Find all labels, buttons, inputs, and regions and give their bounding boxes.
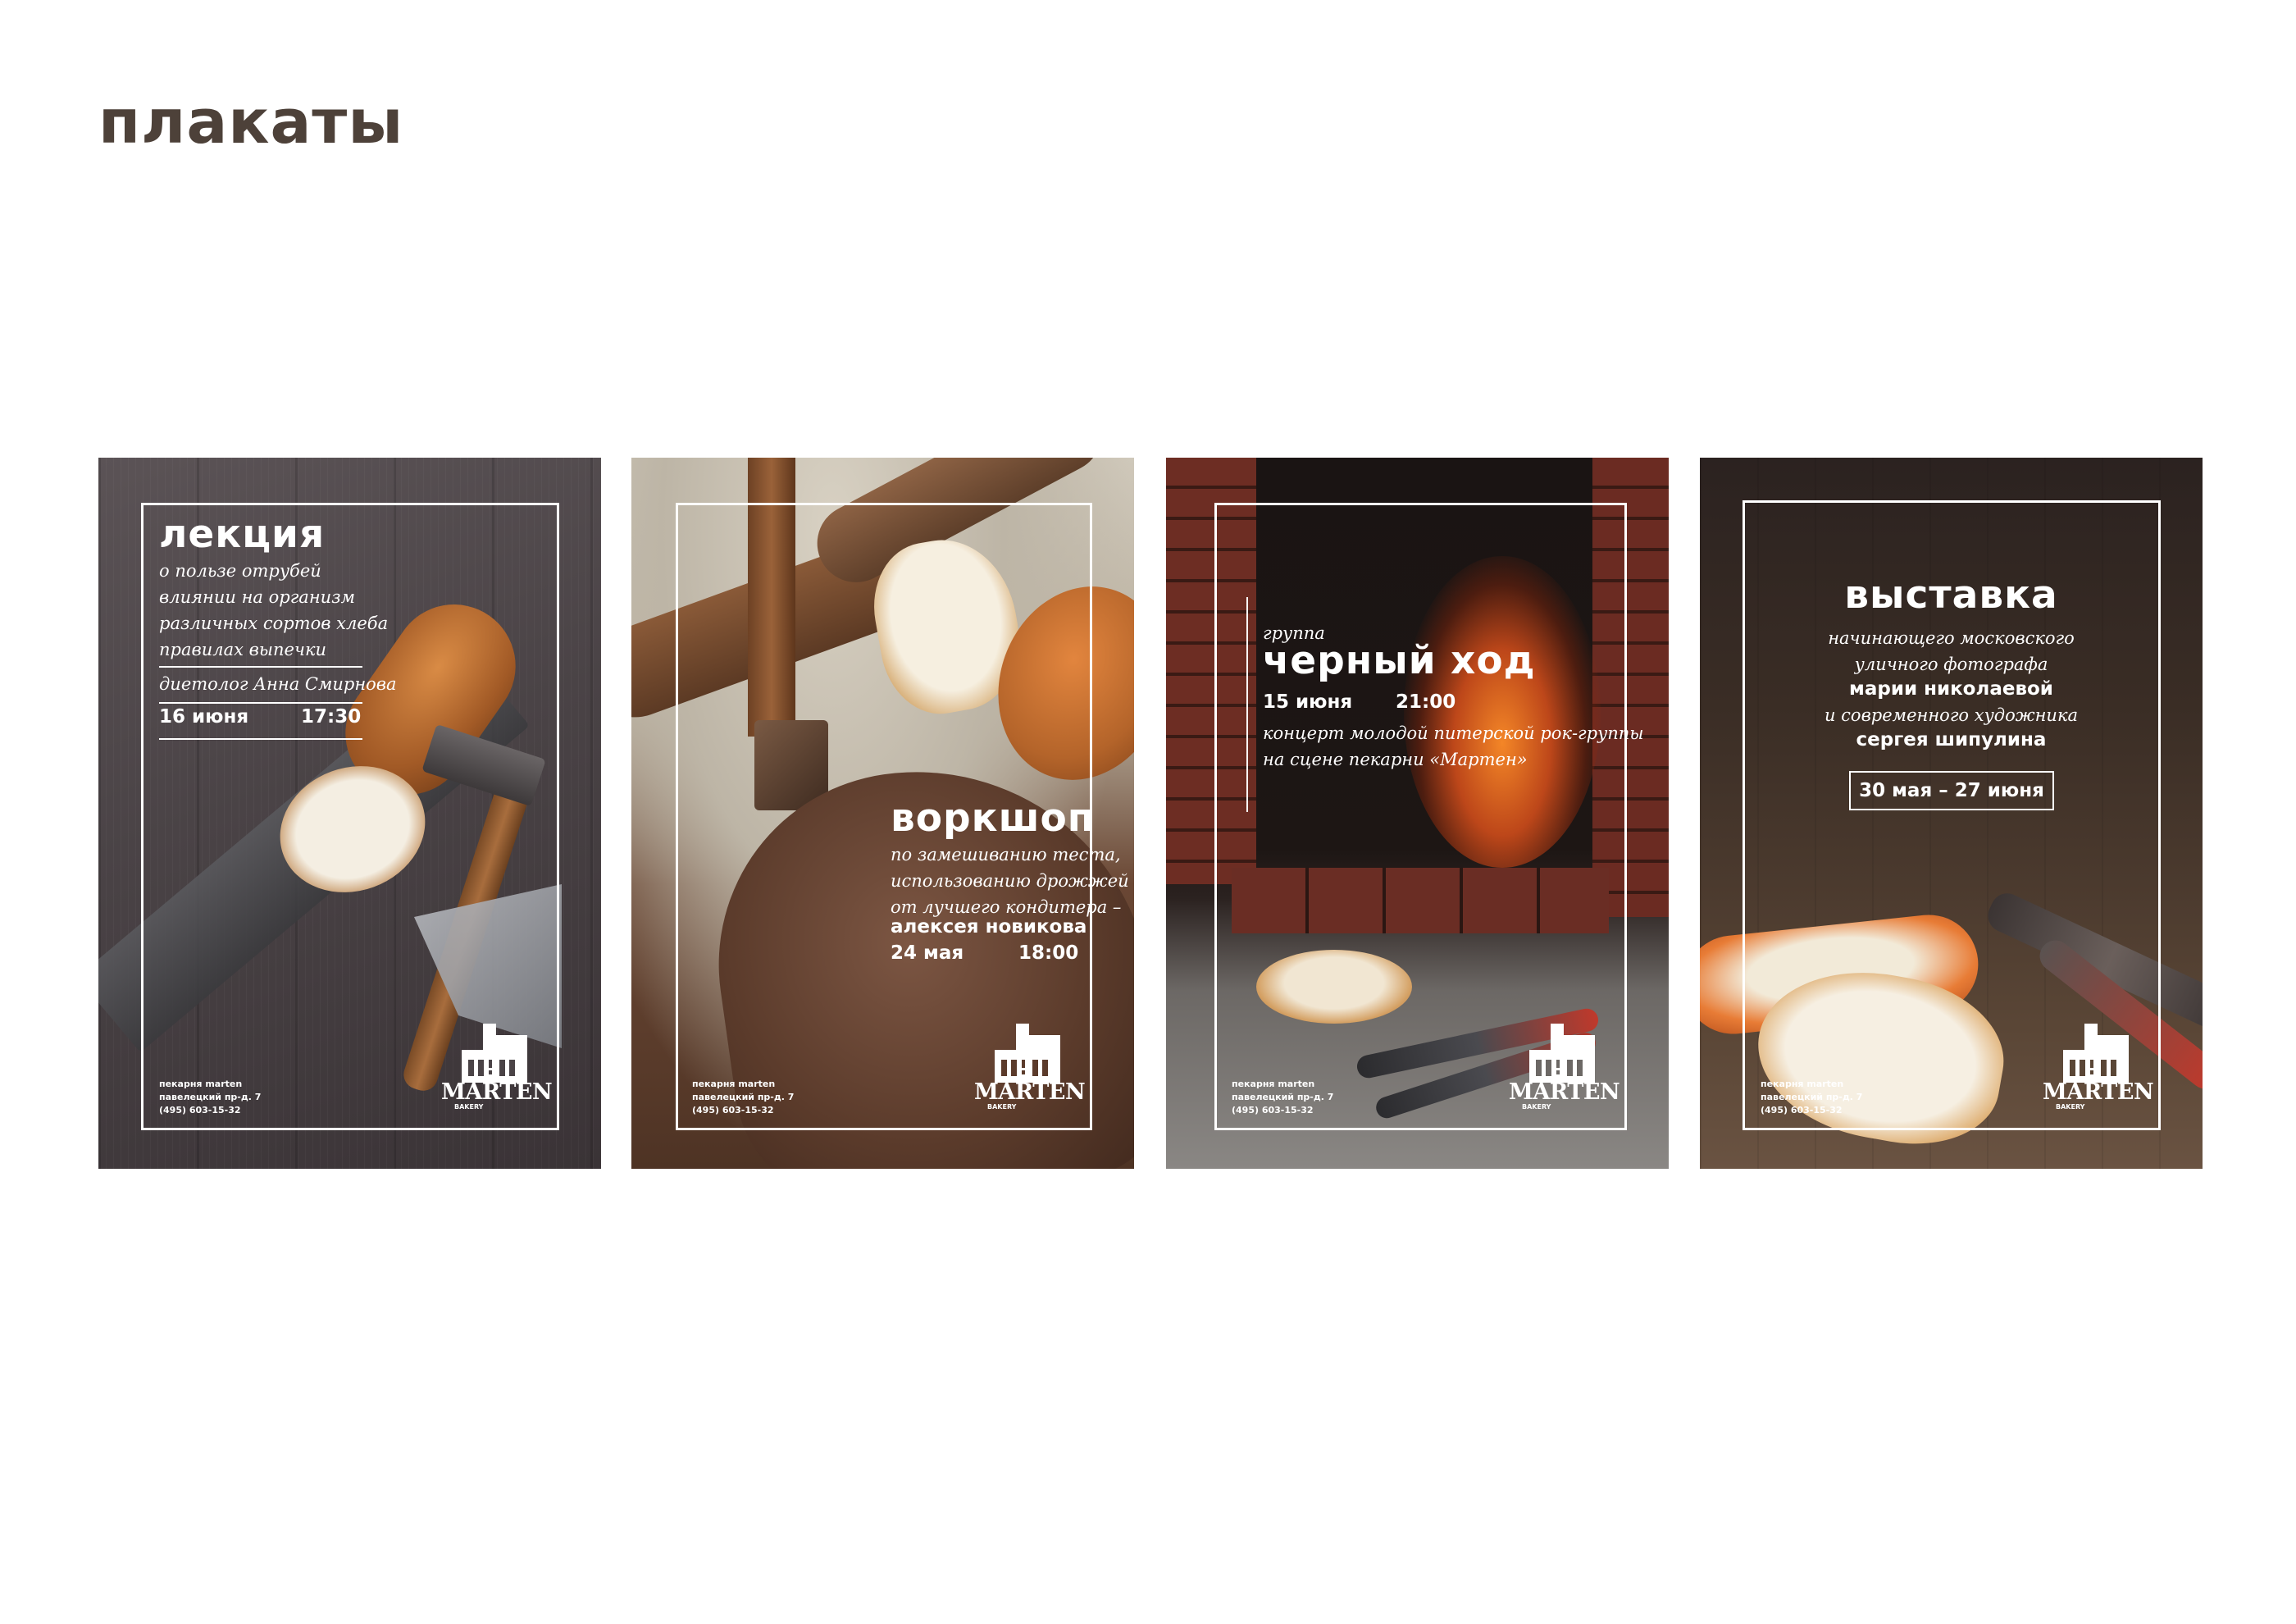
page-title: плакаты [98,87,404,157]
poster-time: 18:00 [1018,942,1079,964]
logo-subtitle: BAKERY [2056,1103,2085,1111]
contact-address: павелецкий пр-д. 7 [159,1092,262,1102]
poster-dates: 30 мая – 27 июня [1859,780,2044,801]
poster-description-line: влиянии на организм [159,587,356,607]
poster-heading: лекция [159,512,326,557]
contact-address: павелецкий пр-д. 7 [692,1092,795,1102]
divider [159,738,362,740]
contact-bakery: пекарня marten [1232,1079,1315,1089]
poster-concert: группа черный ход 15 июня 21:00 концерт … [1166,458,1669,1169]
poster-artist-name: сергея шипулина [1856,729,2047,750]
logo-subtitle: BAKERY [1522,1103,1551,1111]
contact-bakery: пекарня marten [1761,1079,1844,1089]
bakery-building-icon [995,1024,1060,1083]
contact-phone: (495) 603-15-32 [1761,1105,1843,1115]
poster-description-line: по замешиванию теста, [891,845,1121,864]
poster-time: 17:30 [301,706,362,728]
contact-address: павелецкий пр-д. 7 [1232,1092,1334,1102]
poster-contacts: пекарня marten павелецкий пр-д. 7 (495) … [159,1078,261,1117]
poster-lecture: лекция о пользе отрубей влиянии на орган… [98,458,601,1169]
poster-date-box: 30 мая – 27 июня [1849,771,2054,810]
contact-bakery: пекарня marten [159,1079,243,1089]
logo-subtitle: BAKERY [987,1103,1017,1111]
contact-bakery: пекарня marten [692,1079,776,1089]
poster-contacts: пекарня marten павелецкий пр-д. 7 (495) … [1232,1078,1333,1117]
contact-phone: (495) 603-15-32 [159,1105,241,1115]
contact-phone: (495) 603-15-32 [1232,1105,1314,1115]
marten-logo: MARTEN BAKERY [2043,1024,2154,1115]
poster-artist-name: марии николаевой [1849,678,2053,700]
contact-address: павелецкий пр-д. 7 [1761,1092,1863,1102]
logo-wordmark: MARTEN [441,1079,553,1105]
bakery-building-icon [462,1024,527,1083]
marten-logo: MARTEN BAKERY [974,1024,1086,1115]
divider [159,666,362,668]
poster-description-line: начинающего московского [1828,628,2075,648]
poster-contacts: пекарня marten павелецкий пр-д. 7 (495) … [692,1078,794,1117]
bakery-building-icon [2063,1024,2129,1083]
poster-description-line: на сцене пекарни «Мартен» [1263,750,1528,769]
logo-subtitle: BAKERY [454,1103,484,1111]
poster-exhibition: выставка начинающего московского уличног… [1700,458,2203,1169]
poster-description-line: правилах выпечки [159,640,327,659]
poster-heading: выставка [1844,573,2058,618]
poster-time: 21:00 [1396,691,1456,713]
poster-heading: черный ход [1263,638,1536,683]
poster-workshop: воркшоп по замешиванию теста, использова… [631,458,1134,1169]
marten-logo: MARTEN BAKERY [441,1024,553,1115]
poster-description-line: концерт молодой питерской рок-группы [1263,723,1644,743]
logo-wordmark: MARTEN [1509,1079,1620,1105]
poster-date: 15 июня [1263,691,1353,713]
poster-speaker: алексея новикова [891,916,1087,937]
poster-speaker: диетолог Анна Смирнова [159,674,397,694]
logo-wordmark: MARTEN [2043,1079,2154,1105]
bakery-building-icon [1529,1024,1595,1083]
poster-description-line: уличного фотографа [1854,655,2048,674]
poster-date: 24 мая [891,942,964,964]
poster-contacts: пекарня marten павелецкий пр-д. 7 (495) … [1761,1078,1862,1117]
poster-date: 16 июня [159,706,249,728]
marten-logo: MARTEN BAKERY [1509,1024,1620,1115]
poster-description-line: и современного художника [1824,705,2079,725]
poster-description-line: использованию дрожжей [891,871,1129,891]
poster-description-line: о пользе отрубей [159,561,321,581]
logo-wordmark: MARTEN [974,1079,1086,1105]
poster-description-line: различных сортов хлеба [159,614,389,633]
poster-heading: воркшоп [891,796,1096,841]
divider-vertical [1246,597,1248,812]
contact-phone: (495) 603-15-32 [692,1105,774,1115]
